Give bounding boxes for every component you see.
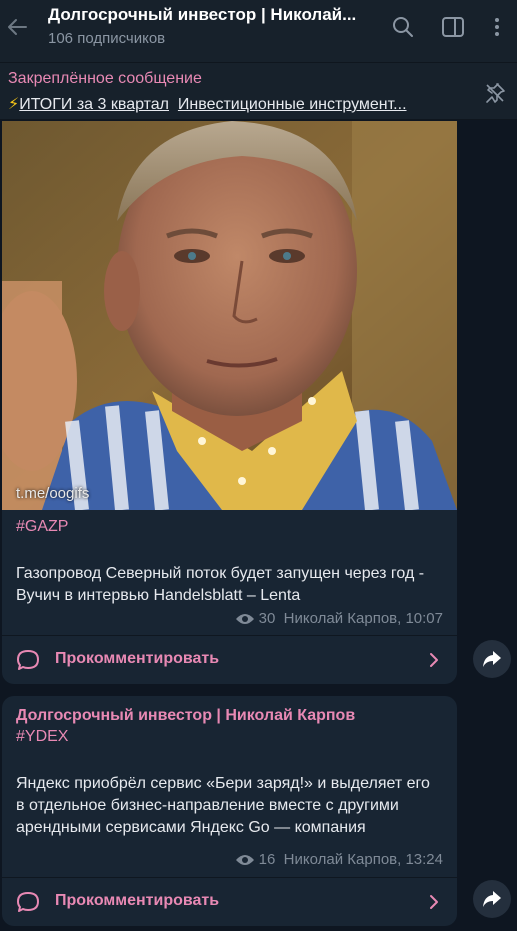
chat-title[interactable]: Долгосрочный инвестор | Николай... <box>48 5 356 25</box>
gif-image <box>2 121 457 510</box>
share-button[interactable] <box>473 880 511 918</box>
pinned-link-instruments[interactable]: Инвестиционные инструмент... <box>178 96 407 113</box>
message-text: Газопровод Северный поток будет запущен … <box>16 565 425 604</box>
lightning-emoji: ⚡ <box>8 96 20 113</box>
share-button[interactable] <box>473 640 511 678</box>
pinned-link-results[interactable]: ИТОГИ за 3 квартал <box>19 96 169 113</box>
pinned-message-bar[interactable]: Закреплённое сообщение ⚡ИТОГИ за 3 кварт… <box>0 62 517 120</box>
comment-button[interactable]: Прокомментировать <box>2 636 457 684</box>
view-count: 16 <box>258 851 276 868</box>
search-icon[interactable] <box>390 14 416 40</box>
comment-label: Прокомментировать <box>55 892 220 909</box>
comment-bubble-icon <box>17 650 39 670</box>
share-arrow-icon <box>483 891 501 907</box>
unpin-icon[interactable] <box>483 81 507 105</box>
comment-label: Прокомментировать <box>55 650 220 667</box>
gif-media[interactable]: t.me/oogifs <box>2 121 457 510</box>
sidebar-toggle-icon[interactable] <box>440 14 466 40</box>
chat-header: Долгосрочный инвестор | Николай... 106 п… <box>0 0 517 62</box>
message-meta: 30 Николай Карпов, 10:07 <box>235 610 443 627</box>
comment-button[interactable]: Прокомментировать <box>2 878 457 926</box>
view-count: 30 <box>258 610 276 627</box>
comment-bubble-icon <box>17 892 39 912</box>
channel-author[interactable]: Долгосрочный инвестор | Николай Карпов <box>16 707 355 725</box>
chevron-right-icon <box>430 895 438 909</box>
author-time: Николай Карпов, 10:07 <box>283 610 443 627</box>
message-bubble: Долгосрочный инвестор | Николай Карпов #… <box>2 696 457 926</box>
chevron-right-icon <box>430 653 438 667</box>
author-time: Николай Карпов, 13:24 <box>283 851 443 868</box>
pinned-label: Закреплённое сообщение <box>8 70 202 87</box>
arrow-left-icon[interactable] <box>2 12 32 42</box>
subscriber-count: 106 подписчиков <box>48 30 166 47</box>
pinned-text: ⚡ИТОГИ за 3 квартал Инвестиционные инстр… <box>8 94 407 114</box>
media-watermark: t.me/oogifs <box>16 485 90 502</box>
share-arrow-icon <box>483 651 501 667</box>
message-meta: 16 Николай Карпов, 13:24 <box>235 851 443 868</box>
eye-icon <box>235 855 254 865</box>
message-bubble: t.me/oogifs #GAZP Газопровод Северный по… <box>2 121 457 684</box>
eye-icon <box>235 614 254 624</box>
message-text: Яндекс приобрёл сервис «Бери заряд!» и в… <box>16 775 430 836</box>
more-vertical-icon[interactable] <box>484 14 510 40</box>
hashtag-link[interactable]: #GAZP <box>16 518 68 536</box>
hashtag-link[interactable]: #YDEX <box>16 728 68 746</box>
